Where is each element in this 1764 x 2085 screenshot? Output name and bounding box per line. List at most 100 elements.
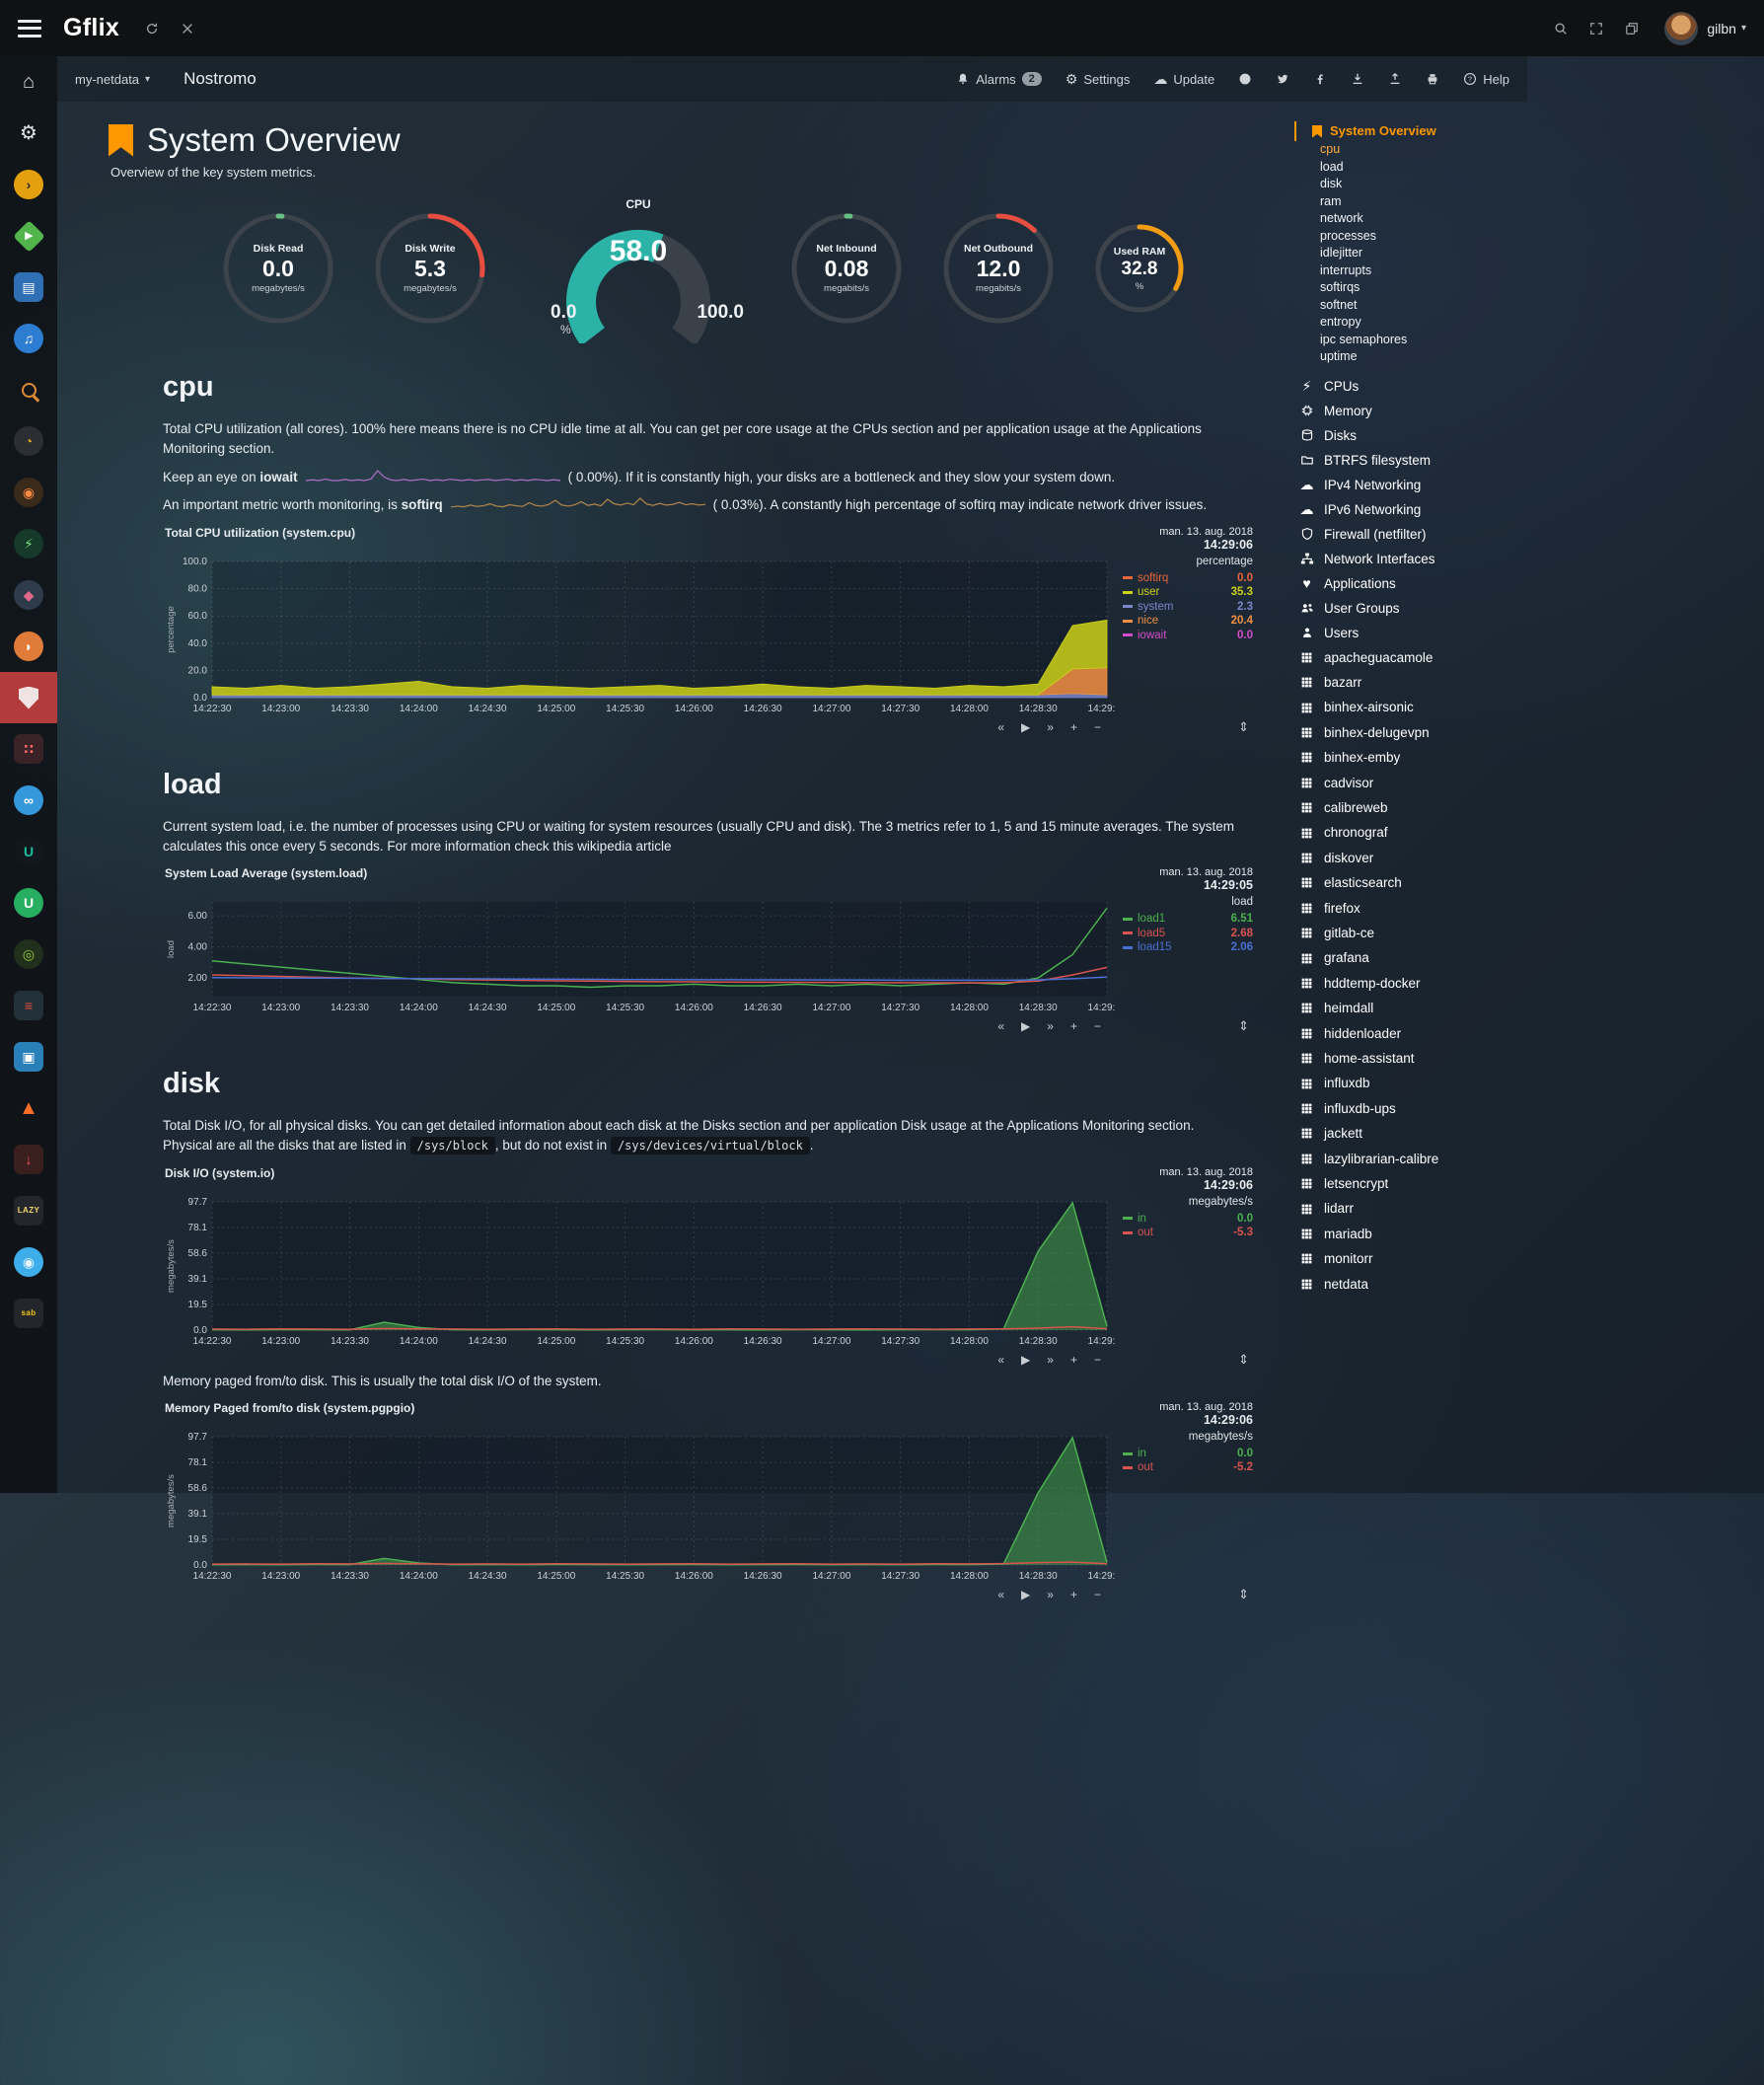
menu-section-ipv4-networking[interactable]: ☁IPv4 Networking xyxy=(1294,473,1620,497)
menu-app-calibreweb[interactable]: calibreweb xyxy=(1294,795,1620,820)
sidebar-app-organizr[interactable]: ◆ xyxy=(0,569,57,621)
legend-item-load15[interactable]: load152.06 xyxy=(1123,940,1253,955)
search-icon[interactable] xyxy=(1554,22,1568,36)
avatar[interactable] xyxy=(1664,12,1698,45)
menu-app-hiddenloader[interactable]: hiddenloader xyxy=(1294,1021,1620,1046)
export-snapshot-icon[interactable] xyxy=(1388,72,1402,86)
menu-section-memory[interactable]: Memory xyxy=(1294,399,1620,423)
chart-resize-handle[interactable]: ⇕ xyxy=(1123,1350,1253,1368)
wikipedia-link[interactable]: wikipedia article xyxy=(577,839,671,854)
sidebar-app-codimd[interactable]: ◎ xyxy=(0,929,57,980)
chart-zoom-out-button[interactable]: − xyxy=(1094,720,1101,735)
update-button[interactable]: ☁ Update xyxy=(1153,72,1214,87)
sidebar-app-filebrowser[interactable]: ▤ xyxy=(0,261,57,313)
menu-section-applications[interactable]: ♥Applications xyxy=(1294,571,1620,596)
legend-item-in[interactable]: in0.0 xyxy=(1123,1447,1253,1461)
help-button[interactable]: ? Help xyxy=(1463,72,1509,87)
menu-app-influxdb[interactable]: influxdb xyxy=(1294,1071,1620,1095)
menu-app-lazylibrarian-calibre[interactable]: lazylibrarian-calibre xyxy=(1294,1147,1620,1171)
gauge-disk-write[interactable]: Disk Write5.3megabytes/s xyxy=(373,211,487,326)
chart-forward-button[interactable]: » xyxy=(1047,720,1054,735)
chart-zoom-in-button[interactable]: + xyxy=(1070,1588,1077,1602)
legend-item-load1[interactable]: load16.51 xyxy=(1123,912,1253,927)
import-snapshot-icon[interactable] xyxy=(1351,72,1364,86)
gauge-disk-read[interactable]: Disk Read0.0megabytes/s xyxy=(221,211,335,326)
sidebar-app-gitlab[interactable]: ▲ xyxy=(0,1082,57,1134)
chart-forward-button[interactable]: » xyxy=(1047,1588,1054,1602)
menu-section-ipv6-networking[interactable]: ☁IPv6 Networking xyxy=(1294,497,1620,522)
menu-system-overview[interactable]: System Overview xyxy=(1294,121,1620,141)
sidebar-app-lazylibrarian[interactable]: LAZY xyxy=(0,1185,57,1236)
chart-rewind-button[interactable]: « xyxy=(997,1019,1004,1034)
chart-resize-handle[interactable]: ⇕ xyxy=(1123,1585,1253,1602)
chart-zoom-out-button[interactable]: − xyxy=(1094,1353,1101,1368)
sidebar-app-unraid[interactable]: U xyxy=(0,826,57,877)
legend-item-out[interactable]: out-5.3 xyxy=(1123,1226,1253,1240)
legend-item-iowait[interactable]: iowait0.0 xyxy=(1123,629,1253,643)
chart-rewind-button[interactable]: « xyxy=(997,1588,1004,1602)
settings-button[interactable]: ⚙ Settings xyxy=(1066,72,1131,87)
menu-app-firefox[interactable]: firefox xyxy=(1294,896,1620,921)
chart-rewind-button[interactable]: « xyxy=(997,1353,1004,1368)
sidebar-app-netdata[interactable] xyxy=(0,672,57,723)
menu-app-influxdb-ups[interactable]: influxdb-ups xyxy=(1294,1096,1620,1121)
sidebar-app-monitorr[interactable]: ◉ xyxy=(0,467,57,518)
menu-section-firewall-netfilter-[interactable]: Firewall (netfilter) xyxy=(1294,522,1620,547)
menu-app-binhex-airsonic[interactable]: binhex-airsonic xyxy=(1294,695,1620,719)
twitter-icon[interactable] xyxy=(1276,72,1289,86)
menu-app-lidarr[interactable]: lidarr xyxy=(1294,1196,1620,1221)
menu-item-interrupts[interactable]: interrupts xyxy=(1294,262,1620,280)
menu-app-grafana[interactable]: grafana xyxy=(1294,945,1620,970)
legend-item-out[interactable]: out-5.2 xyxy=(1123,1460,1253,1475)
sidebar-app-krusader[interactable]: ∷ xyxy=(0,723,57,775)
sidebar-app-ombi[interactable]: ∞ xyxy=(0,775,57,826)
chart-zoom-in-button[interactable]: + xyxy=(1070,720,1077,735)
menu-section-users[interactable]: Users xyxy=(1294,621,1620,645)
chart-resize-handle[interactable]: ⇕ xyxy=(1123,717,1253,735)
chart-zoom-out-button[interactable]: − xyxy=(1094,1019,1101,1034)
hamburger-menu-icon[interactable] xyxy=(18,20,41,37)
menu-item-network[interactable]: network xyxy=(1294,210,1620,228)
sidebar-app-home[interactable]: ⌂ xyxy=(0,56,57,108)
menu-section-disks[interactable]: Disks xyxy=(1294,423,1620,448)
menu-item-ram[interactable]: ram xyxy=(1294,193,1620,211)
sidebar-app-plex[interactable]: › xyxy=(0,159,57,210)
gauge-net-outbound[interactable]: Net Outbound12.0megabits/s xyxy=(941,211,1056,326)
menu-app-monitorr[interactable]: monitorr xyxy=(1294,1246,1620,1271)
github-icon[interactable] xyxy=(1238,72,1252,86)
gauge-used-ram[interactable]: Used RAM32.8% xyxy=(1093,222,1186,315)
chart-canvas[interactable]: 14:22:3014:23:0014:23:3014:24:0014:24:30… xyxy=(163,892,1115,1016)
legend-item-softirq[interactable]: softirq0.0 xyxy=(1123,571,1253,586)
menu-app-diskover[interactable]: diskover xyxy=(1294,846,1620,870)
menu-app-elasticsearch[interactable]: elasticsearch xyxy=(1294,870,1620,895)
sidebar-app-emby[interactable]: ▶ xyxy=(0,210,57,261)
chart-zoom-in-button[interactable]: + xyxy=(1070,1019,1077,1034)
menu-item-load[interactable]: load xyxy=(1294,159,1620,177)
chart-forward-button[interactable]: » xyxy=(1047,1019,1054,1034)
sidebar-app-pyload[interactable]: ↓ xyxy=(0,1134,57,1185)
sidebar-app-tautulli[interactable]: ◔ xyxy=(0,415,57,467)
host-dropdown[interactable]: my-netdata ▾ xyxy=(75,72,150,87)
chart-play-button[interactable]: ▶ xyxy=(1021,1588,1030,1602)
menu-app-binhex-emby[interactable]: binhex-emby xyxy=(1294,745,1620,770)
menu-section-network-interfaces[interactable]: Network Interfaces xyxy=(1294,547,1620,571)
chart-rewind-button[interactable]: « xyxy=(997,720,1004,735)
chart-play-button[interactable]: ▶ xyxy=(1021,1019,1030,1034)
menu-app-bazarr[interactable]: bazarr xyxy=(1294,670,1620,695)
sidebar-app-settings[interactable]: ⚙ xyxy=(0,108,57,159)
menu-app-gitlab-ce[interactable]: gitlab-ce xyxy=(1294,921,1620,945)
legend-item-system[interactable]: system2.3 xyxy=(1123,600,1253,615)
sidebar-app-huginn[interactable]: ⚡ xyxy=(0,518,57,569)
sidebar-app-sabnzbd[interactable]: sab xyxy=(0,1288,57,1339)
legend-item-user[interactable]: user35.3 xyxy=(1123,585,1253,600)
menu-item-softirqs[interactable]: softirqs xyxy=(1294,279,1620,297)
menu-app-home-assistant[interactable]: home-assistant xyxy=(1294,1046,1620,1071)
fullscreen-icon[interactable] xyxy=(1589,22,1603,36)
menu-app-jackett[interactable]: jackett xyxy=(1294,1121,1620,1146)
chart-resize-handle[interactable]: ⇕ xyxy=(1123,1016,1253,1034)
menu-item-idlejitter[interactable]: idlejitter xyxy=(1294,245,1620,262)
menu-item-softnet[interactable]: softnet xyxy=(1294,297,1620,315)
menu-item-uptime[interactable]: uptime xyxy=(1294,348,1620,366)
chart-zoom-in-button[interactable]: + xyxy=(1070,1353,1077,1368)
chart-canvas[interactable]: 14:22:3014:23:0014:23:3014:24:0014:24:30… xyxy=(163,1192,1115,1350)
